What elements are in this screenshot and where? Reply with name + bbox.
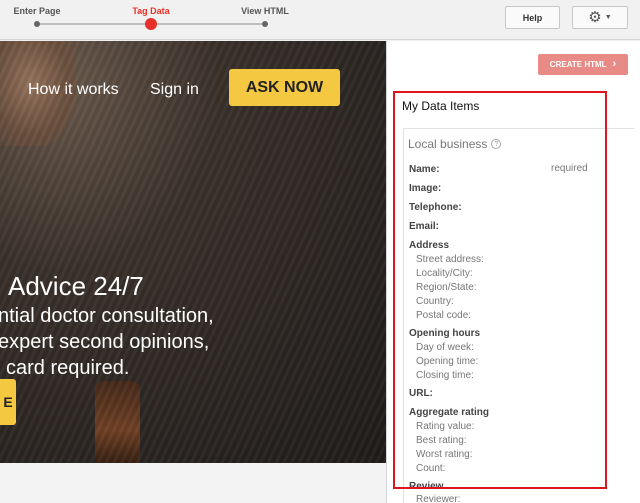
gear-icon: ⚙ <box>588 9 602 26</box>
group-review: Review <box>409 481 444 492</box>
field-day-of-week[interactable]: Day of week: <box>416 342 474 353</box>
field-opening-time[interactable]: Opening time: <box>416 356 478 367</box>
nav-sign-in[interactable]: Sign in <box>150 81 199 99</box>
step-label-tag-data[interactable]: Tag Data <box>132 6 169 16</box>
field-email[interactable]: Email: <box>409 221 439 232</box>
chevron-right-icon: › <box>612 58 617 70</box>
step-label-view-html[interactable]: View HTML <box>241 6 289 16</box>
step-label-enter-page[interactable]: Enter Page <box>13 6 60 16</box>
hero-line-2[interactable]: expert second opinions, <box>0 331 209 354</box>
settings-button[interactable]: ⚙ ▼ <box>572 6 628 29</box>
field-name[interactable]: Name: <box>409 164 440 175</box>
nav-how-it-works[interactable]: How it works <box>28 81 119 99</box>
group-aggregate-rating: Aggregate rating <box>409 407 490 418</box>
field-telephone[interactable]: Telephone: <box>409 202 462 213</box>
page-preview[interactable]: How it works Sign in ASK NOW Advice 24/7… <box>0 41 386 463</box>
top-toolbar: Enter Page Tag Data View HTML Help ⚙ ▼ <box>0 0 640 40</box>
hero-line-3[interactable]: card required. <box>6 357 129 380</box>
field-best-rating[interactable]: Best rating: <box>416 435 467 446</box>
field-worst-rating[interactable]: Worst rating: <box>416 449 473 460</box>
question-icon[interactable]: ? <box>491 139 502 149</box>
group-opening-hours: Opening hours <box>409 328 481 339</box>
field-street-address[interactable]: Street address: <box>416 254 484 265</box>
field-closing-time[interactable]: Closing time: <box>416 370 474 381</box>
caret-down-icon: ▼ <box>604 14 612 21</box>
field-count[interactable]: Count: <box>416 463 445 474</box>
hero-headline[interactable]: Advice 24/7 <box>8 271 144 302</box>
field-region-state[interactable]: Region/State: <box>416 282 477 293</box>
field-rating-value[interactable]: Rating value: <box>416 421 474 432</box>
field-url[interactable]: URL: <box>409 388 433 399</box>
hero-line-1[interactable]: ntial doctor consultation, <box>0 305 214 328</box>
field-reviewer[interactable]: Reviewer: <box>416 494 460 503</box>
field-postal-code[interactable]: Postal code: <box>416 310 471 321</box>
field-image[interactable]: Image: <box>409 183 441 194</box>
help-button[interactable]: Help <box>505 6 560 29</box>
required-label: required <box>551 163 588 174</box>
step-dot-enter-page[interactable] <box>34 21 40 27</box>
section-title-label: Local business <box>408 137 488 151</box>
create-html-button[interactable]: CREATE HTML › <box>538 54 628 75</box>
step-dot-view-html[interactable] <box>262 21 268 27</box>
create-html-label: CREATE HTML <box>549 60 607 69</box>
ask-now-button[interactable]: ASK NOW <box>229 69 340 106</box>
field-country[interactable]: Country: <box>416 296 454 307</box>
group-address: Address <box>409 240 450 251</box>
section-title-local-business: Local business ? <box>408 137 502 151</box>
field-locality-city[interactable]: Locality/City: <box>416 268 473 279</box>
hero-cta-button[interactable]: E <box>0 379 16 425</box>
panel-title: My Data Items <box>402 99 480 113</box>
page-preview-footer <box>0 463 386 503</box>
step-dot-tag-data[interactable] <box>145 18 157 30</box>
data-items-panel: CREATE HTML › My Data Items Local busine… <box>386 41 640 503</box>
